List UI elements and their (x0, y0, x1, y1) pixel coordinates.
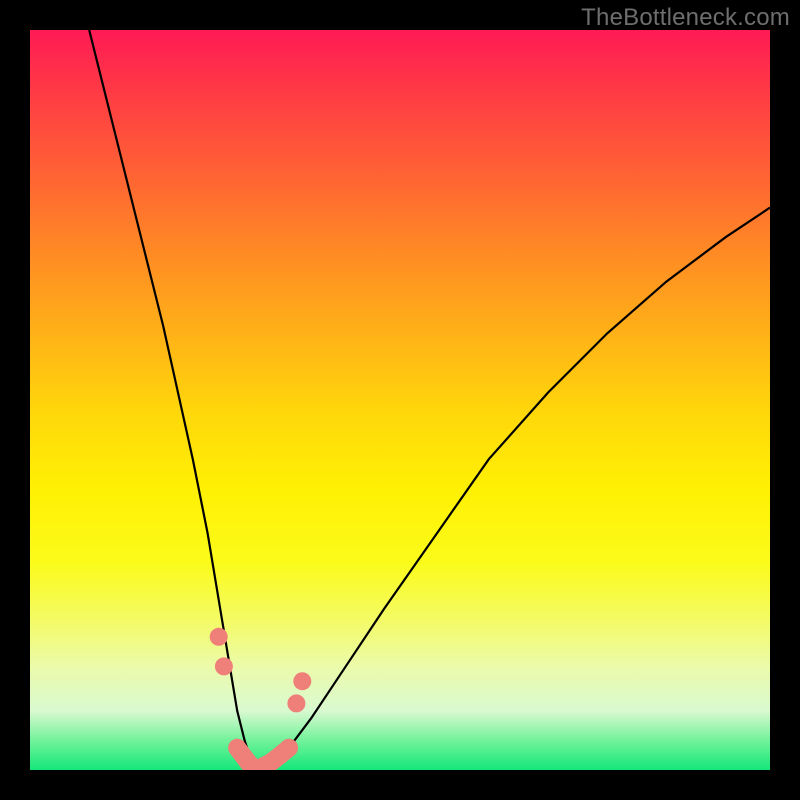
data-marker (280, 739, 298, 757)
chart-frame: TheBottleneck.com (0, 0, 800, 800)
data-marker (287, 694, 305, 712)
data-marker (228, 739, 246, 757)
data-marker (210, 628, 228, 646)
plot-area (30, 30, 770, 770)
marker-group (210, 628, 312, 770)
curve-layer (30, 30, 770, 770)
watermark-text: TheBottleneck.com (581, 4, 790, 32)
data-marker (215, 657, 233, 675)
bottleneck-curve (89, 30, 770, 770)
data-marker (293, 672, 311, 690)
